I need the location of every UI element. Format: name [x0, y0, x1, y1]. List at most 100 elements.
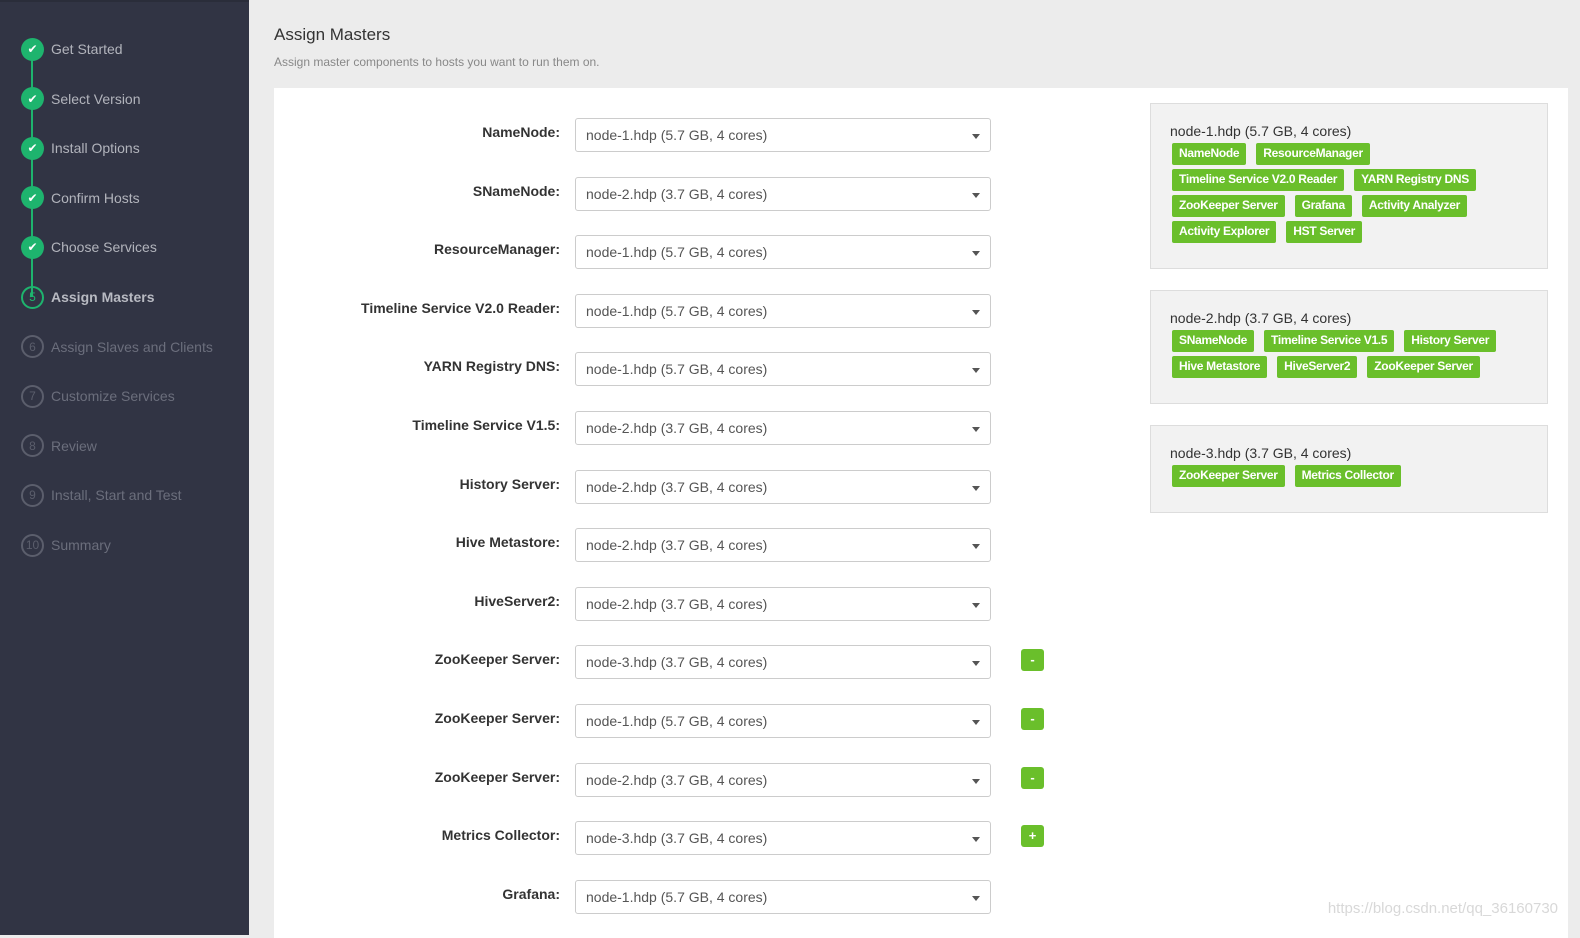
step-number: 5 [21, 285, 44, 309]
selected-host: node-1.hdp (5.7 GB, 4 cores) [586, 302, 768, 319]
remove-component-button[interactable]: - [1021, 708, 1044, 730]
selected-host: node-1.hdp (5.7 GB, 4 cores) [586, 244, 768, 261]
component-badge: HiveServer2 [1277, 356, 1358, 378]
component-label: Grafana: [502, 885, 560, 902]
step-label: Get Started [51, 41, 123, 57]
host-select[interactable]: node-2.hdp (3.7 GB, 4 cores) [575, 762, 991, 797]
caret-down-icon [972, 895, 980, 901]
check-icon: ✔ [21, 37, 44, 61]
host-select[interactable]: node-3.hdp (3.7 GB, 4 cores) [575, 645, 991, 680]
host-name: node-1.hdp (5.7 GB, 4 cores) [1170, 123, 1352, 139]
selected-host: node-2.hdp (3.7 GB, 4 cores) [586, 595, 768, 612]
component-badge: Timeline Service V1.5 [1264, 330, 1395, 352]
sidebar-step-get-started[interactable]: ✔ Get Started [21, 37, 123, 61]
watermark: https://blog.csdn.net/qq_36160730 [1327, 900, 1558, 917]
assignment-row: Hive Metastore: node-2.hdp (3.7 GB, 4 cor… [274, 528, 1074, 563]
host-select[interactable]: node-1.hdp (5.7 GB, 4 cores) [575, 118, 991, 152]
component-label: History Server: [459, 475, 560, 492]
caret-down-icon [972, 778, 980, 784]
component-badge: Hive Metastore [1172, 356, 1268, 378]
sidebar-step-assign-masters[interactable]: 5 Assign Masters [21, 285, 154, 309]
step-label: Select Version [51, 90, 141, 107]
check-icon: ✔ [21, 87, 44, 111]
selected-host: node-1.hdp (5.7 GB, 4 cores) [586, 127, 768, 143]
component-label: SNameNode: [472, 182, 560, 199]
selected-host: node-3.hdp (3.7 GB, 4 cores) [586, 654, 768, 671]
step-label: Assign Slaves and Clients [51, 338, 213, 355]
component-badge: NameNode [1172, 143, 1247, 165]
component-label: Timeline Service V2.0 Reader: [361, 299, 560, 316]
component-tags: SNameNode Timeline Service V1.5 History Se… [1170, 330, 1540, 382]
sidebar-step-select-version[interactable]: ✔ Select Version [21, 87, 141, 111]
page-title: Assign Masters [274, 25, 391, 44]
step-label: Install Options [51, 140, 140, 157]
sidebar-step-review[interactable]: 8 Review [21, 434, 97, 458]
component-label: YARN Registry DNS: [423, 358, 560, 375]
sidebar-step-install-options[interactable]: ✔ Install Options [21, 136, 140, 160]
step-label: Assign Masters [51, 289, 155, 305]
host-select[interactable]: node-1.hdp (5.7 GB, 4 cores) [575, 352, 991, 387]
step-number: 10 [21, 533, 44, 557]
component-badge: Activity Explorer [1172, 221, 1277, 243]
caret-down-icon [972, 251, 980, 257]
sidebar-step-install-start-and-test[interactable]: 9 Install, Start and Test [21, 483, 181, 507]
component-label: HiveServer2: [474, 592, 560, 609]
component-label: NameNode: [482, 124, 560, 140]
assignment-row: Grafana: node-1.hdp (5.7 GB, 4 cores) [274, 879, 1074, 914]
step-label: Review [51, 437, 97, 454]
sidebar-step-customize-services[interactable]: 7 Customize Services [21, 384, 175, 408]
component-label: ResourceManager: [433, 241, 560, 258]
component-badge: HST Server [1286, 221, 1362, 243]
selected-host: node-3.hdp (3.7 GB, 4 cores) [586, 830, 768, 847]
assign-masters-panel: NameNode: node-1.hdp (5.7 GB, 4 cores) SNa… [274, 88, 1568, 938]
caret-down-icon [972, 309, 980, 315]
assignment-row: ResourceManager: node-1.hdp (5.7 GB, 4 co… [274, 235, 1074, 270]
host-select[interactable]: node-1.hdp (5.7 GB, 4 cores) [575, 704, 991, 738]
selected-host: node-2.hdp (3.7 GB, 4 cores) [586, 771, 768, 788]
caret-down-icon [972, 720, 980, 725]
caret-down-icon [972, 837, 980, 843]
host-select[interactable]: node-2.hdp (3.7 GB, 4 cores) [575, 528, 991, 563]
host-select[interactable]: node-1.hdp (5.7 GB, 4 cores) [575, 879, 991, 914]
component-label: Metrics Collector: [441, 827, 560, 844]
host-select[interactable]: node-1.hdp (5.7 GB, 4 cores) [575, 235, 991, 270]
selected-host: node-2.hdp (3.7 GB, 4 cores) [586, 478, 768, 495]
host-select[interactable]: node-1.hdp (5.7 GB, 4 cores) [575, 293, 991, 328]
component-label: ZooKeeper Server: [434, 651, 560, 668]
component-badge: Activity Analyzer [1361, 195, 1468, 217]
component-label: Timeline Service V1.5: [412, 417, 560, 433]
sidebar-step-choose-services[interactable]: ✔ Choose Services [21, 235, 157, 259]
host-select[interactable]: node-2.hdp (3.7 GB, 4 cores) [575, 469, 991, 504]
host-name: node-2.hdp (3.7 GB, 4 cores) [1170, 310, 1352, 326]
selected-host: node-2.hdp (3.7 GB, 4 cores) [586, 537, 768, 554]
assignment-row: ZooKeeper Server: node-3.hdp (3.7 GB, 4 c… [274, 645, 1074, 680]
host-select[interactable]: node-2.hdp (3.7 GB, 4 cores) [575, 586, 991, 621]
host-summary: node-3.hdp (3.7 GB, 4 cores) ZooKeeper Se… [1150, 425, 1548, 513]
host-name: node-3.hdp (3.7 GB, 4 cores) [1170, 445, 1352, 461]
component-badge: Timeline Service V2.0 Reader [1172, 169, 1345, 191]
page-subtitle: Assign master components to hosts you wa… [274, 55, 600, 69]
host-select[interactable]: node-2.hdp (3.7 GB, 4 cores) [575, 411, 991, 445]
selected-host: node-1.hdp (5.7 GB, 4 cores) [586, 888, 768, 905]
host-select[interactable]: node-3.hdp (3.7 GB, 4 cores) [575, 821, 991, 856]
sidebar-step-assign-slaves-and-clients[interactable]: 6 Assign Slaves and Clients [21, 335, 213, 359]
sidebar-step-confirm-hosts[interactable]: ✔ Confirm Hosts [21, 186, 140, 210]
host-summary: node-1.hdp (5.7 GB, 4 cores) NameNode Reso… [1150, 103, 1548, 269]
add-component-button[interactable]: + [1021, 825, 1044, 848]
assignment-row: ZooKeeper Server: node-2.hdp (3.7 GB, 4 c… [274, 762, 1074, 797]
host-select[interactable]: node-2.hdp (3.7 GB, 4 cores) [575, 176, 991, 211]
step-number: 6 [21, 335, 44, 359]
step-label: Choose Services [51, 239, 157, 256]
assignment-row: Metrics Collector: node-3.hdp (3.7 GB, 4 … [274, 821, 1074, 856]
wizard-sidebar: ✔ Get Started ✔ Select Version ✔ Install Opti… [0, 0, 249, 935]
selected-host: node-2.hdp (3.7 GB, 4 cores) [586, 185, 768, 202]
remove-component-button[interactable]: - [1021, 766, 1044, 789]
component-tags: ZooKeeper Server Metrics Collector [1170, 465, 1540, 491]
check-icon: ✔ [21, 136, 44, 160]
sidebar-step-summary[interactable]: 10 Summary [21, 533, 111, 557]
assignment-row: Timeline Service V2.0 Reader: node-1.hdp … [274, 293, 1074, 328]
component-badge: Metrics Collector [1294, 465, 1401, 487]
caret-down-icon [972, 192, 980, 198]
component-badge: Grafana [1294, 195, 1352, 217]
remove-component-button[interactable]: - [1021, 649, 1044, 672]
